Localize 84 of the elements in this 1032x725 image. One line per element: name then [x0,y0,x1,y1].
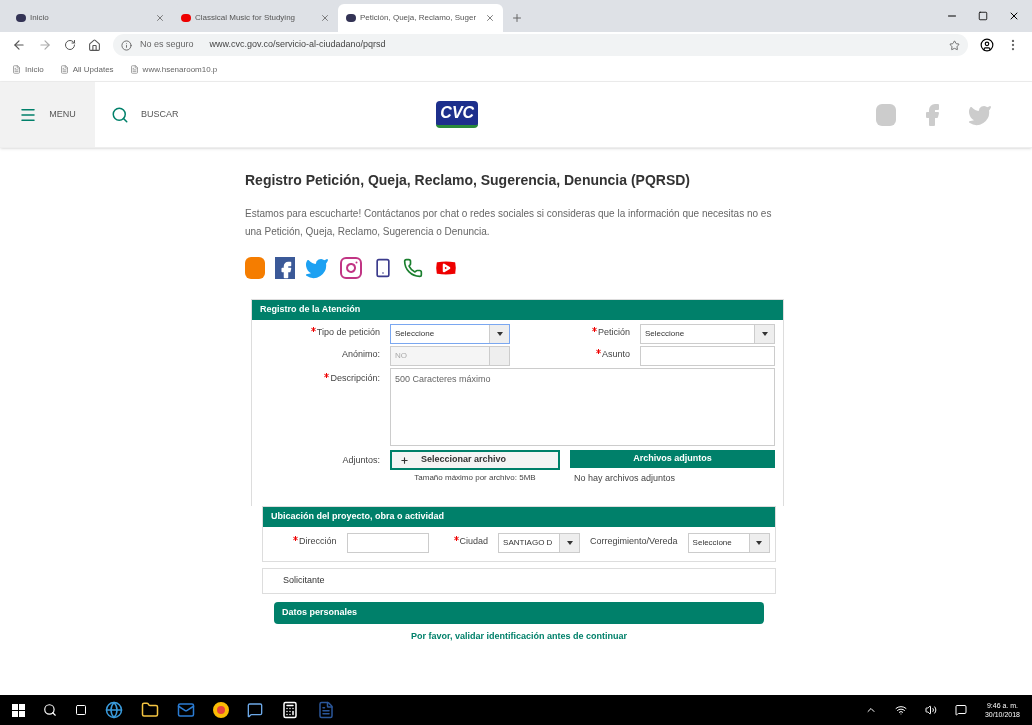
select-value: NO [394,350,408,362]
field-label: Petición [597,326,630,339]
video-icon [181,14,191,22]
document-icon[interactable] [317,701,335,719]
reload-icon[interactable] [64,39,76,51]
select-value: Seleccione [691,536,733,549]
bookmark-link[interactable]: All Updates [59,63,114,76]
field-label: Descripción: [330,372,380,385]
volume-icon[interactable] [924,704,937,716]
maximize-icon[interactable] [978,11,988,21]
network-icon[interactable] [894,704,907,716]
facebook-icon[interactable] [275,257,295,279]
notification-icon[interactable] [954,704,967,716]
select-value: SANTIAGO D [502,536,554,549]
solicitante-panel[interactable]: Solicitante [262,567,776,594]
home-icon[interactable] [88,38,101,52]
phone-icon[interactable] [373,258,393,278]
select-field[interactable]: Seleccione [390,324,510,344]
section-header: Registro de la Atención [252,300,783,320]
description-field[interactable]: 500 Caracteres máximo [390,368,775,446]
security-label: No es seguro [140,38,194,52]
select-value: Seleccione [644,328,686,340]
validation-message: Por favor, validar identificación antes de continuar [409,629,629,643]
new-tab-icon[interactable] [511,12,523,24]
field-label: Dirección [299,534,337,548]
instagram-icon[interactable] [339,256,363,280]
search-button[interactable]: BUSCAR [111,82,179,147]
tab-title: Inicio [30,12,50,24]
browser-icon[interactable] [105,701,123,719]
bookmark-link[interactable]: Inicio [12,63,44,76]
page-icon [129,65,139,74]
page-icon [59,65,69,74]
plus-icon [400,455,409,465]
task-view-icon[interactable] [75,704,87,716]
twitter-icon[interactable] [305,256,329,280]
tab-title: Classical Music for Studying [195,12,297,24]
select-field[interactable]: Seleccione [687,532,770,553]
field-label: Ciudad [459,534,489,548]
url-text: www.cvc.gov.co/servicio-al-ciudadano/pqrsd [209,38,386,52]
empty-message: No hay archivos adjuntos [573,472,677,485]
browser-tab[interactable]: Petición, Queja, Reclamo, Suger [338,4,503,32]
site-icon [346,14,356,22]
table-header: Archivos adjuntos [570,450,775,468]
folder-icon[interactable] [141,701,159,719]
caret-icon [756,540,763,545]
tab-title: Petición, Queja, Reclamo, Suger [360,12,478,24]
text-field[interactable] [346,532,429,553]
select-field[interactable]: Seleccione [640,324,775,344]
bookmark-star-icon[interactable] [949,39,960,51]
chat-icon[interactable] [247,702,263,718]
site-icon [16,14,26,22]
section-header: Datos personales [274,601,764,624]
call-icon[interactable] [403,258,423,278]
windows-start-icon[interactable] [12,703,25,717]
text-field[interactable] [640,346,775,366]
field-label: Tipo de petición [316,326,380,339]
intro-text: Estamos para escucharte! Contáctanos por chat o redes sociales si consideras que la información que necesitas no es una Petición, Queja, Reclamo, Sugerencia o Denuncia. [245,207,773,239]
back-icon[interactable] [12,38,26,52]
page-title: Registro Petición, Queja, Reclamo, Sugerencia, Denuncia (PQRSD) [245,171,691,190]
logo[interactable]: CVC [436,101,479,128]
select-file-button[interactable]: Seleccionar archivo [390,450,560,470]
field-label: Adjuntos: [342,454,380,467]
close-icon[interactable] [1008,10,1020,22]
search-icon [111,105,129,124]
page-icon [12,65,21,74]
field-label: Asunto [601,348,630,361]
address-field[interactable]: No es seguro www.cvc.gov.co/servicio-al-ciudadano/pqrsd [113,34,968,56]
caret-icon [566,540,573,545]
bookmark-link[interactable]: www.hsenaroom10.p [129,63,218,76]
field-label: Anónimo: [341,348,380,361]
select-value: Seleccione [394,328,436,340]
caret-icon [496,332,503,336]
file-size-note: Tamaño máximo por archivo: 5MB [413,472,537,484]
field-label: Corregimiento/Vereda [590,534,678,548]
caret-icon [761,332,768,336]
section-header: Ubicación del proyecto, obra o actividad [263,506,775,527]
menu-button[interactable]: MENU [0,82,95,147]
calculator-icon[interactable] [281,701,299,719]
search-icon[interactable] [43,703,57,717]
profile-icon[interactable] [980,38,994,52]
mail-icon[interactable] [177,701,195,719]
info-icon [121,39,132,51]
select-field[interactable]: SANTIAGO D [498,532,581,553]
chrome-icon[interactable] [213,702,229,718]
